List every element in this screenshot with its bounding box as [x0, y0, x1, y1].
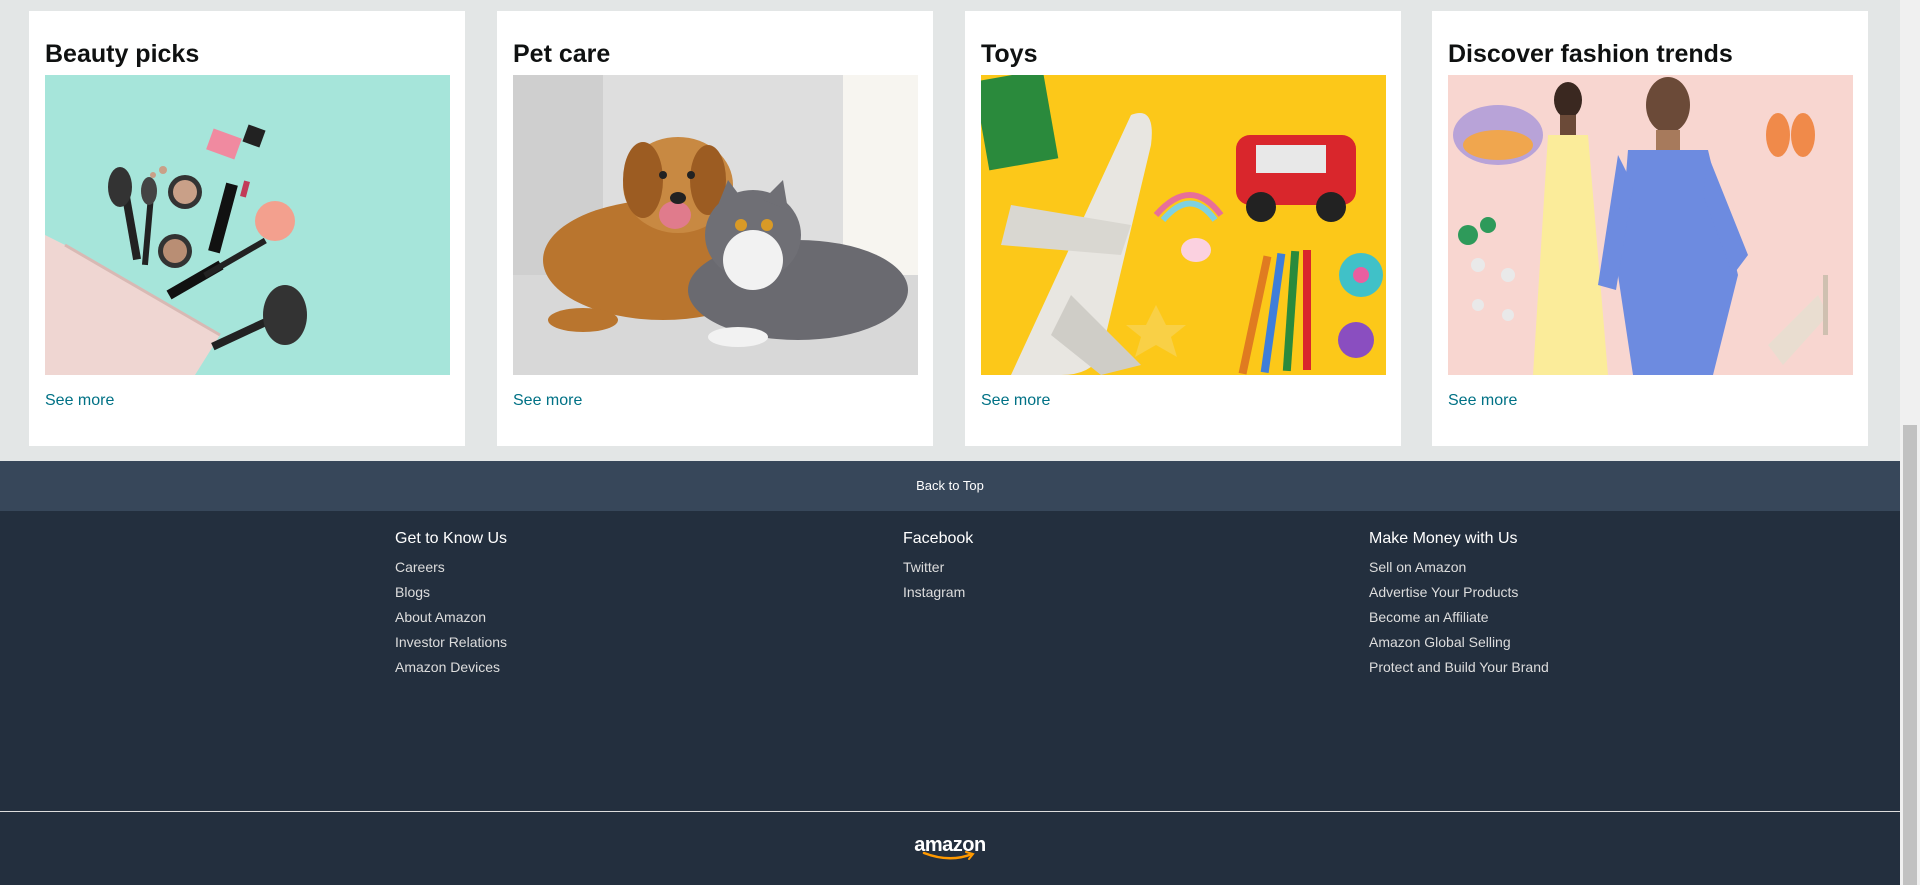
dog-and-cat-photo — [513, 75, 918, 375]
card-title: Pet care — [513, 40, 611, 68]
makeup-products-image[interactable] — [45, 75, 450, 375]
footer-link-affiliate[interactable]: Become an Affiliate — [1369, 609, 1489, 625]
card-fashion-trends: Discover fashion trends See more — [1432, 11, 1868, 446]
see-more-link[interactable]: See more — [45, 391, 114, 411]
footer-bottom-bar: amazon — [0, 812, 1900, 885]
footer-column-make-money: Make Money with Us Sell on Amazon Advert… — [1369, 529, 1549, 680]
footer-link-investor-relations[interactable]: Investor Relations — [395, 634, 507, 650]
see-more-link[interactable]: See more — [1448, 391, 1517, 411]
footer-link-global-selling[interactable]: Amazon Global Selling — [1369, 634, 1511, 650]
card-title: Discover fashion trends — [1448, 40, 1733, 68]
footer-column-heading[interactable]: Facebook — [903, 529, 973, 549]
footer-link-twitter[interactable]: Twitter — [903, 559, 944, 575]
amazon-smile-icon — [922, 851, 975, 860]
toys-image[interactable] — [981, 75, 1386, 375]
footer-column-social: Facebook Twitter Instagram — [903, 529, 973, 605]
footer-link-advertise[interactable]: Advertise Your Products — [1369, 584, 1518, 600]
footer-link-sell-on-amazon[interactable]: Sell on Amazon — [1369, 559, 1466, 575]
footer-column-heading: Make Money with Us — [1369, 530, 1518, 547]
see-more-link[interactable]: See more — [513, 391, 582, 411]
fashion-models-photo — [1448, 75, 1853, 375]
back-to-top-button[interactable]: Back to Top — [0, 461, 1900, 511]
card-title: Beauty picks — [45, 40, 200, 68]
page-scrollbar[interactable] — [1900, 0, 1920, 885]
fashion-models-image[interactable] — [1448, 75, 1853, 375]
footer-column-get-to-know-us: Get to Know Us Careers Blogs About Amazo… — [395, 529, 507, 680]
footer-link-careers[interactable]: Careers — [395, 559, 445, 575]
footer-column-heading: Get to Know Us — [395, 530, 508, 547]
footer-link-amazon-devices[interactable]: Amazon Devices — [395, 659, 500, 675]
footer-link-about-amazon[interactable]: About Amazon — [395, 609, 486, 625]
toys-photo — [981, 75, 1386, 375]
makeup-products-photo — [45, 75, 450, 375]
amazon-logo[interactable]: amazon — [910, 834, 990, 864]
footer-link-brand[interactable]: Protect and Build Your Brand — [1369, 659, 1549, 675]
card-beauty-picks: Beauty picks See more — [29, 11, 465, 446]
footer-link-blogs[interactable]: Blogs — [395, 584, 430, 600]
card-toys: Toys See more — [965, 11, 1401, 446]
card-title: Toys — [981, 40, 1038, 68]
scrollbar-thumb[interactable] — [1903, 425, 1917, 885]
footer-links-section: Get to Know Us Careers Blogs About Amazo… — [0, 511, 1900, 811]
dog-and-cat-image[interactable] — [513, 75, 918, 375]
category-cards-section: Beauty picks See more Pet care See more … — [0, 0, 1900, 446]
footer-link-instagram[interactable]: Instagram — [903, 584, 965, 600]
card-pet-care: Pet care See more — [497, 11, 933, 446]
see-more-link[interactable]: See more — [981, 391, 1050, 411]
